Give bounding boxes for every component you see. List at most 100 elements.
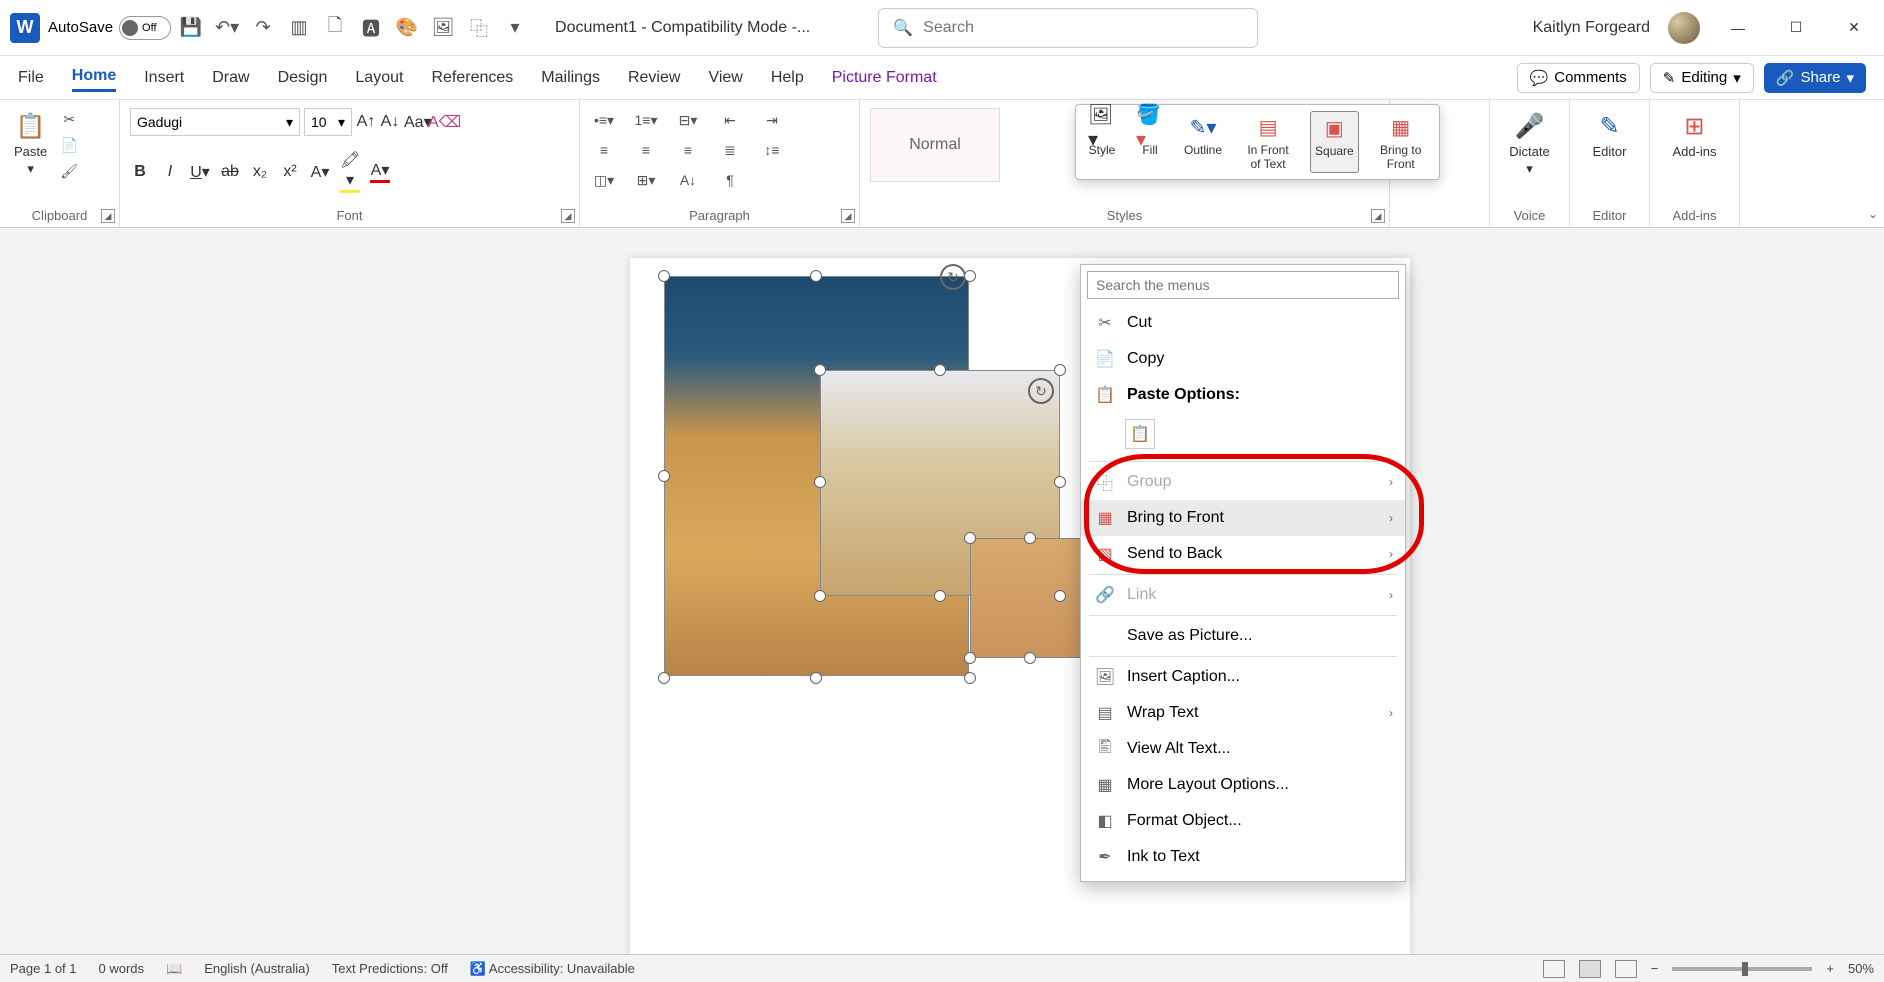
color-icon[interactable]: 🎨: [395, 16, 419, 40]
selection-handle[interactable]: [658, 470, 670, 482]
zoom-slider[interactable]: [1672, 967, 1812, 971]
paste-button[interactable]: 📋 Paste ▾: [10, 108, 51, 179]
shrink-font-icon[interactable]: A↓: [380, 113, 400, 131]
picture-icon[interactable]: 🖼: [431, 16, 455, 40]
highlight-icon[interactable]: 🖍▾: [340, 150, 360, 193]
rotate-handle-icon[interactable]: ↻: [1028, 378, 1054, 404]
clear-format-icon[interactable]: A⌫: [428, 112, 448, 132]
search-input[interactable]: [923, 19, 1243, 37]
menu-format-object[interactable]: ◧ Format Object...: [1081, 803, 1405, 839]
menu-search[interactable]: [1087, 271, 1399, 299]
italic-button[interactable]: I: [160, 163, 180, 181]
selection-handle[interactable]: [1054, 476, 1066, 488]
tab-picture-format[interactable]: Picture Format: [832, 65, 937, 91]
in-front-of-text-button[interactable]: ▤In Front of Text: [1238, 111, 1298, 173]
selection-handle[interactable]: [810, 672, 822, 684]
editing-mode-button[interactable]: ✎ Editing ▾: [1650, 63, 1754, 93]
editor-button[interactable]: ✎ Editor: [1589, 108, 1631, 161]
selection-handle[interactable]: [934, 364, 946, 376]
subscript-button[interactable]: x₂: [250, 163, 270, 181]
qat-btn-1-icon[interactable]: ▥: [287, 16, 311, 40]
autosave-toggle[interactable]: Off: [119, 16, 171, 40]
menu-copy[interactable]: 📄 Copy: [1081, 341, 1405, 377]
picture-style-button[interactable]: 🖼▾Style: [1084, 111, 1120, 173]
format-painter-icon[interactable]: 🖌: [57, 160, 81, 182]
menu-search-input[interactable]: [1087, 271, 1399, 299]
multilevel-icon[interactable]: ⊟▾: [674, 108, 702, 132]
save-icon[interactable]: 💾: [179, 16, 203, 40]
menu-wrap-text[interactable]: ▤ Wrap Text ›: [1081, 695, 1405, 731]
minimize-icon[interactable]: —: [1718, 13, 1758, 43]
tab-references[interactable]: References: [431, 65, 513, 91]
selection-handle[interactable]: [934, 590, 946, 602]
word-count[interactable]: 0 words: [99, 961, 145, 976]
search-box[interactable]: 🔍: [878, 8, 1258, 48]
textbox-icon[interactable]: 🅰: [359, 16, 383, 40]
align-left-icon[interactable]: ≡: [590, 138, 618, 162]
dialog-launcher-icon[interactable]: ◢: [1371, 209, 1385, 223]
dictate-button[interactable]: 🎤 Dictate ▾: [1505, 108, 1553, 179]
user-name[interactable]: Kaitlyn Forgeard: [1533, 19, 1650, 37]
picture-outline-button[interactable]: ✎▾Outline: [1180, 111, 1226, 173]
web-layout-icon[interactable]: [1615, 960, 1637, 978]
selection-handle[interactable]: [1024, 652, 1036, 664]
page-indicator[interactable]: Page 1 of 1: [10, 961, 77, 976]
style-normal[interactable]: Normal: [870, 108, 1000, 182]
text-effects-icon[interactable]: A▾: [310, 162, 330, 182]
font-color-icon[interactable]: A▾: [370, 160, 390, 183]
addins-button[interactable]: ⊞ Add-ins: [1668, 108, 1720, 161]
undo-icon[interactable]: ↶▾: [215, 16, 239, 40]
group-icon[interactable]: ⿻: [467, 16, 491, 40]
tab-mailings[interactable]: Mailings: [541, 65, 600, 91]
font-size-select[interactable]: 10▾: [304, 108, 352, 136]
document-canvas[interactable]: ↻ ↻: [0, 228, 1884, 954]
user-avatar-icon[interactable]: [1668, 12, 1700, 44]
shading-icon[interactable]: ◫▾: [590, 168, 618, 192]
cut-icon[interactable]: ✂: [57, 108, 81, 130]
menu-view-alt-text[interactable]: 🖺 View Alt Text...: [1081, 731, 1405, 767]
justify-icon[interactable]: ≣: [716, 138, 744, 162]
picture-fill-button[interactable]: 🪣▾Fill: [1132, 111, 1168, 173]
text-predictions[interactable]: Text Predictions: Off: [332, 961, 448, 976]
zoom-in-icon[interactable]: +: [1826, 961, 1834, 976]
selection-handle[interactable]: [1054, 364, 1066, 376]
bullets-icon[interactable]: •≡▾: [590, 108, 618, 132]
rotate-handle-icon[interactable]: ↻: [940, 264, 966, 290]
dialog-launcher-icon[interactable]: ◢: [561, 209, 575, 223]
collapse-ribbon-icon[interactable]: ⌄: [1868, 207, 1878, 221]
tab-design[interactable]: Design: [278, 65, 328, 91]
font-name-select[interactable]: Gadugi▾: [130, 108, 300, 136]
tab-help[interactable]: Help: [771, 65, 804, 91]
selection-handle[interactable]: [964, 672, 976, 684]
tab-layout[interactable]: Layout: [355, 65, 403, 91]
language-indicator[interactable]: English (Australia): [204, 961, 310, 976]
paste-keep-source-icon[interactable]: 📋: [1125, 419, 1155, 449]
selection-handle[interactable]: [658, 270, 670, 282]
align-center-icon[interactable]: ≡: [632, 138, 660, 162]
decrease-indent-icon[interactable]: ⇤: [716, 108, 744, 132]
selection-handle[interactable]: [1054, 590, 1066, 602]
tab-review[interactable]: Review: [628, 65, 680, 91]
selection-handle[interactable]: [964, 652, 976, 664]
tab-view[interactable]: View: [708, 65, 742, 91]
copy-icon[interactable]: 📄: [57, 134, 81, 156]
picture-3[interactable]: [970, 538, 1090, 658]
zoom-level[interactable]: 50%: [1848, 961, 1874, 976]
increase-indent-icon[interactable]: ⇥: [758, 108, 786, 132]
wrap-square-button[interactable]: ▣Square: [1310, 111, 1359, 173]
line-spacing-icon[interactable]: ↕≡: [758, 138, 786, 162]
selection-handle[interactable]: [810, 270, 822, 282]
selection-handle[interactable]: [658, 672, 670, 684]
menu-cut[interactable]: ✂ Cut: [1081, 305, 1405, 341]
accessibility-indicator[interactable]: ♿ Accessibility: Unavailable: [470, 961, 635, 977]
grow-font-icon[interactable]: A↑: [356, 113, 376, 131]
tab-draw[interactable]: Draw: [212, 65, 249, 91]
selection-handle[interactable]: [814, 590, 826, 602]
superscript-button[interactable]: x²: [280, 163, 300, 181]
bring-to-front-button[interactable]: ▦Bring to Front: [1371, 111, 1431, 173]
zoom-out-icon[interactable]: −: [1651, 961, 1659, 976]
bold-button[interactable]: B: [130, 163, 150, 181]
sort-icon[interactable]: A↓: [674, 168, 702, 192]
selection-handle[interactable]: [814, 364, 826, 376]
selection-handle[interactable]: [964, 532, 976, 544]
